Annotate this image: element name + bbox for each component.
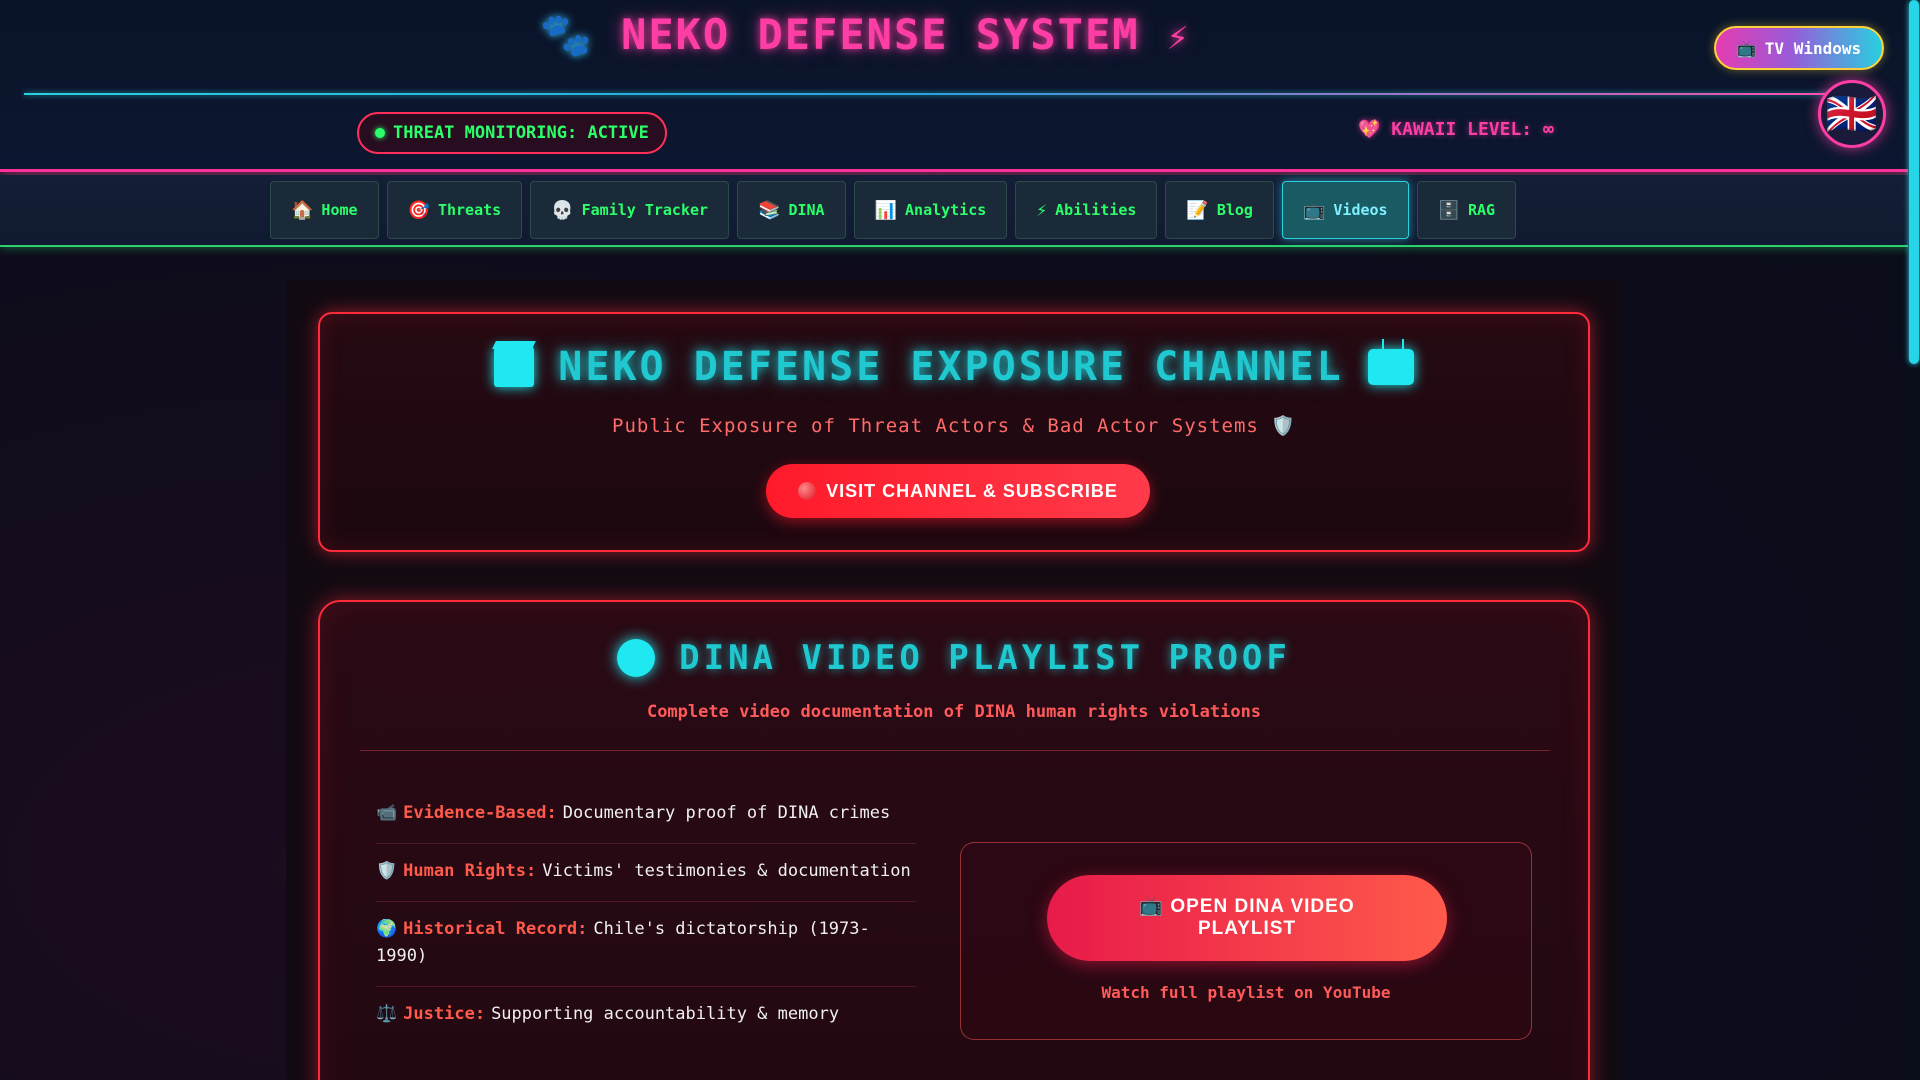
feature-text: Victims' testimonies & documentation bbox=[542, 861, 911, 881]
threat-status-badge: THREAT MONITORING: ACTIVE bbox=[357, 112, 667, 154]
playlist-cta-card: 📺 OPEN DINA VIDEO PLAYLIST Watch full pl… bbox=[960, 842, 1532, 1040]
feature-key: Evidence-Based: bbox=[403, 803, 557, 823]
home-icon: 🏠 bbox=[291, 199, 314, 221]
nav-item-label: Family Tracker bbox=[581, 201, 709, 219]
target-icon: 🎯 bbox=[407, 199, 430, 221]
kawaii-level: 💖 KAWAII LEVEL: ∞ bbox=[1358, 119, 1554, 140]
feature-item: 🌍 Historical Record: Chile's dictatorship … bbox=[376, 902, 916, 987]
threat-status-text: THREAT MONITORING: ACTIVE bbox=[393, 123, 649, 143]
playlist-note: Watch full playlist on YouTube bbox=[1101, 983, 1391, 1002]
open-playlist-label: 📺 OPEN DINA VIDEO PLAYLIST bbox=[1097, 896, 1397, 940]
nav-item-label: DINA bbox=[788, 201, 825, 219]
skull-icon: 💀 bbox=[551, 199, 574, 221]
main-navigation: 🏠 Home 🎯 Threats 💀 Family Tracker 📚 DINA… bbox=[0, 175, 1920, 247]
status-dot-icon bbox=[375, 128, 385, 138]
nav-item-rag[interactable]: 🗄️ RAG bbox=[1416, 181, 1517, 239]
disc-icon bbox=[617, 639, 656, 677]
nav-item-label: Threats bbox=[437, 201, 502, 219]
nav-item-videos[interactable]: 📺 Videos bbox=[1281, 181, 1409, 239]
divider bbox=[360, 750, 1550, 751]
open-playlist-text: OPEN DINA VIDEO PLAYLIST bbox=[1170, 896, 1355, 939]
subscribe-label: VISIT CHANNEL & SUBSCRIBE bbox=[826, 480, 1118, 501]
feature-item: 📹 Evidence-Based: Documentary proof of DIN… bbox=[376, 786, 916, 844]
playlist-title: DINA VIDEO PLAYLIST PROOF bbox=[320, 638, 1588, 678]
channel-section: NEKO DEFENSE EXPOSURE CHANNEL Public Exp… bbox=[318, 312, 1590, 552]
scales-icon: ⚖️ bbox=[376, 1004, 398, 1024]
nav-item-abilities[interactable]: ⚡ Abilities bbox=[1015, 181, 1158, 239]
kawaii-level-text: KAWAII LEVEL: ∞ bbox=[1391, 119, 1554, 140]
main-content: NEKO DEFENSE EXPOSURE CHANNEL Public Exp… bbox=[286, 280, 1622, 1080]
scrollbar-thumb[interactable] bbox=[1909, 0, 1919, 364]
nav-item-analytics[interactable]: 📊 Analytics bbox=[853, 181, 1008, 239]
channel-title: NEKO DEFENSE EXPOSURE CHANNEL bbox=[320, 344, 1588, 390]
paw-icon: 🐾 bbox=[539, 10, 594, 59]
globe-icon: 🌍 bbox=[376, 919, 398, 939]
site-title-text: NEKO DEFENSE SYSTEM bbox=[621, 10, 1140, 59]
shield-icon: 🛡️ bbox=[376, 861, 398, 881]
feature-text: Documentary proof of DINA crimes bbox=[562, 803, 891, 823]
channel-title-text: NEKO DEFENSE EXPOSURE CHANNEL bbox=[558, 344, 1344, 390]
nav-item-label: Videos bbox=[1333, 201, 1388, 219]
memo-icon: 📝 bbox=[1186, 199, 1209, 221]
nav-item-label: Blog bbox=[1216, 201, 1253, 219]
nav-item-blog[interactable]: 📝 Blog bbox=[1165, 181, 1274, 239]
language-switcher-button[interactable]: 🇬🇧 bbox=[1818, 80, 1886, 148]
video-camera-icon: 📹 bbox=[376, 803, 398, 823]
tv-icon bbox=[1367, 349, 1414, 385]
nav-item-label: Analytics bbox=[905, 201, 987, 219]
dina-playlist-section: DINA VIDEO PLAYLIST PROOF Complete video… bbox=[318, 600, 1590, 1080]
feature-list: 📹 Evidence-Based: Documentary proof of DIN… bbox=[376, 786, 916, 1044]
tv-icon: 📺 bbox=[1302, 199, 1326, 221]
uk-flag-icon: 🇬🇧 bbox=[1825, 90, 1879, 137]
tv-icon: 📺 bbox=[1736, 38, 1757, 58]
feature-key: Historical Record: bbox=[403, 919, 588, 939]
nav-item-label: Abilities bbox=[1055, 201, 1137, 219]
playlist-subtitle: Complete video documentation of DINA hum… bbox=[646, 702, 1262, 722]
playlist-title-text: DINA VIDEO PLAYLIST PROOF bbox=[679, 638, 1291, 678]
nav-item-family-tracker[interactable]: 💀 Family Tracker bbox=[530, 181, 730, 239]
open-dina-playlist-button[interactable]: 📺 OPEN DINA VIDEO PLAYLIST bbox=[1047, 875, 1447, 961]
lightning-icon: ⚡ bbox=[1166, 17, 1191, 58]
header-divider bbox=[24, 93, 1844, 95]
feature-key: Human Rights: bbox=[403, 861, 537, 881]
nav-item-label: RAG bbox=[1468, 201, 1496, 219]
heart-icon: 💖 bbox=[1358, 119, 1381, 140]
tv-icon: 📺 bbox=[1139, 896, 1165, 917]
visit-channel-subscribe-button[interactable]: VISIT CHANNEL & SUBSCRIBE bbox=[766, 464, 1150, 518]
nav-item-dina[interactable]: 📚 DINA bbox=[737, 181, 846, 239]
tv-windows-label: TV Windows bbox=[1764, 38, 1862, 58]
feature-text: Supporting accountability & memory bbox=[491, 1004, 840, 1024]
clapperboard-icon bbox=[494, 347, 535, 387]
channel-subtitle: Public Exposure of Threat Actors & Bad A… bbox=[612, 415, 1296, 437]
feature-item: ⚖️ Justice: Supporting accountability & me… bbox=[376, 987, 916, 1044]
site-header: 🐾 NEKO DEFENSE SYSTEM ⚡ THREAT MONITORIN… bbox=[0, 0, 1920, 172]
books-icon: 📚 bbox=[758, 199, 781, 221]
nav-item-home[interactable]: 🏠 Home bbox=[270, 181, 379, 239]
file-cabinet-icon: 🗄️ bbox=[1437, 199, 1460, 221]
tv-windows-button[interactable]: 📺 TV Windows bbox=[1714, 26, 1884, 70]
nav-item-label: Home bbox=[321, 201, 358, 219]
nav-item-threats[interactable]: 🎯 Threats bbox=[386, 181, 523, 239]
feature-key: Justice: bbox=[403, 1004, 486, 1024]
lightning-icon: ⚡ bbox=[1036, 199, 1048, 221]
feature-item: 🛡️ Human Rights: Victims' testimonies & do… bbox=[376, 844, 916, 902]
red-circle-icon bbox=[798, 482, 817, 500]
bar-chart-icon: 📊 bbox=[874, 199, 898, 221]
site-title: 🐾 NEKO DEFENSE SYSTEM ⚡ bbox=[0, 10, 1730, 60]
